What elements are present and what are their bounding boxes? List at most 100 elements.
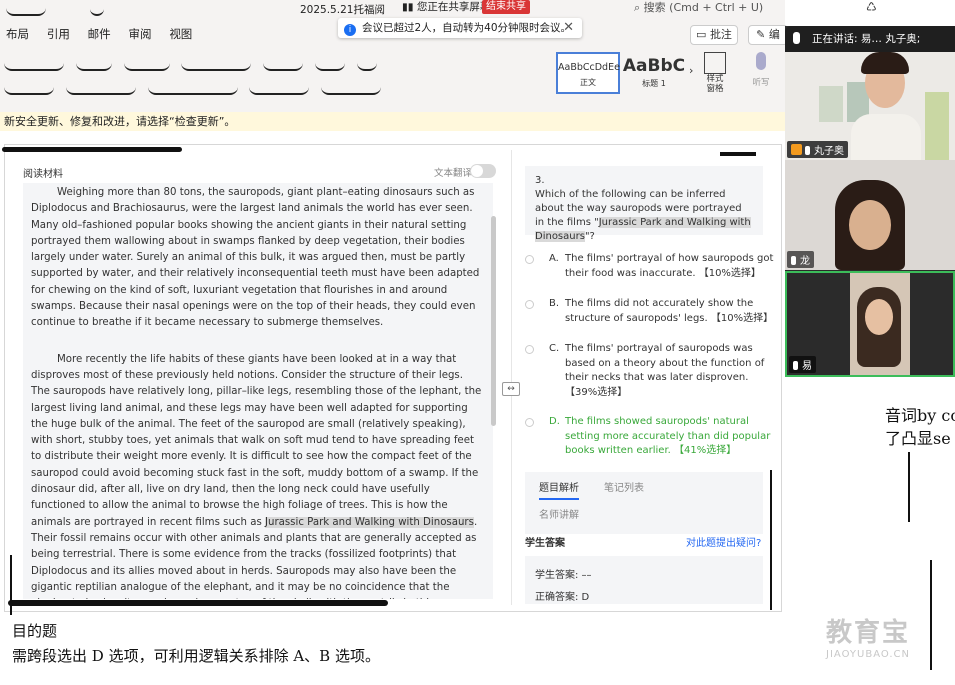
doc-fragment: 音词by co — [885, 406, 955, 425]
comment-button[interactable]: ▭ 批注 — [690, 25, 738, 45]
tab-view[interactable]: 视图 — [169, 26, 192, 42]
doc-heading: 目的题 — [12, 622, 58, 640]
reading-panel-title: 阅读材料 — [23, 169, 63, 180]
info-icon: i — [344, 24, 356, 36]
tab-notes[interactable]: 笔记列表 — [604, 479, 644, 494]
stop-share-button[interactable]: 结束共享 — [482, 0, 530, 14]
speaking-indicator: 正在讲话: 易… 丸子奥; — [785, 26, 955, 52]
microphone-icon — [793, 361, 798, 370]
close-icon[interactable]: ✕ — [563, 18, 574, 38]
video-tile-participant[interactable]: 龙 — [785, 160, 955, 270]
participant-face — [849, 200, 891, 250]
participant-name-tag: 龙 — [787, 251, 814, 268]
question-number: 3. — [535, 175, 545, 186]
share-icon: ▮▮ — [402, 1, 417, 13]
font-color-icon[interactable] — [75, 57, 112, 71]
microphone-icon — [793, 32, 800, 44]
tab-references[interactable]: 引用 — [47, 26, 70, 42]
styles-pane-icon — [704, 52, 726, 74]
panel-divider — [511, 150, 512, 605]
passage-paragraph: Weighing more than 80 tons, the sauropod… — [31, 187, 480, 329]
student-answer: 学生答案: –– — [535, 570, 592, 581]
analysis-tabs: 题目解析 笔记列表 名师讲解 — [525, 472, 763, 534]
search-icon: ⌕ — [634, 1, 644, 14]
video-tile-active-speaker[interactable]: 易 — [785, 271, 955, 377]
translate-toggle[interactable] — [470, 164, 496, 178]
update-hint-bar: 新安全更新、修复和改进，请选择“检查更新”。 — [0, 112, 785, 131]
question-stem: 3. Which of the following can be inferre… — [525, 166, 763, 242]
reading-passage: Weighing more than 80 tons, the sauropod… — [23, 183, 493, 599]
tab-layout[interactable]: 布局 — [6, 26, 29, 42]
ribbon-tabs: 布局 引用 邮件 审阅 视图 — [6, 26, 206, 42]
font-controls[interactable] — [4, 57, 64, 71]
pen-icon: ✎ — [756, 28, 769, 41]
shading-icon[interactable] — [65, 81, 136, 95]
participant-name-tag: 丸子奥 — [787, 141, 848, 158]
radio-button[interactable] — [525, 345, 534, 354]
radio-button[interactable] — [525, 300, 534, 309]
correct-answer: 正确答案: D — [535, 592, 590, 603]
participant-face — [865, 299, 893, 335]
ask-question-link[interactable]: 对此题提出疑问? — [686, 534, 761, 549]
student-answer-title: 学生答案 — [525, 538, 565, 549]
ribbon-align-row — [0, 80, 385, 95]
list-controls-icon[interactable] — [181, 57, 252, 71]
pen-stroke — [10, 555, 12, 615]
pen-stroke — [930, 560, 932, 670]
ribbon-format-row — [0, 56, 381, 71]
option-b[interactable]: B. The films did not accurately show the… — [525, 297, 773, 329]
resize-handle-icon[interactable]: ↔ — [502, 382, 520, 396]
tab-teacher[interactable]: 名师讲解 — [539, 506, 579, 521]
search-input[interactable]: ⌕ 搜索 (Cmd + Ctrl + U) — [634, 0, 854, 16]
participant-body — [851, 114, 921, 160]
pen-stroke — [2, 147, 182, 152]
passage-scrollbar[interactable] — [491, 216, 496, 426]
microphone-icon — [756, 52, 766, 70]
text-effects-icon[interactable] — [123, 57, 170, 71]
option-c[interactable]: C. The films' portrayal of sauropods was… — [525, 342, 765, 402]
option-a[interactable]: A. The films' portrayal of how sauropods… — [525, 252, 773, 284]
sort-icon[interactable] — [356, 57, 377, 71]
video-tile-host[interactable]: 丸子奥 — [785, 52, 955, 160]
microphone-icon — [805, 146, 810, 155]
style-normal[interactable]: AaBbCcDdEe 正文 — [556, 52, 620, 94]
paragraph-mark-icon[interactable] — [315, 57, 346, 71]
pen-stroke — [8, 600, 388, 606]
passage-paragraph: More recently the life habits of these g… — [31, 353, 482, 599]
host-badge-icon — [791, 144, 802, 155]
dictate-button[interactable]: 听写 — [748, 52, 774, 88]
styles-more-icon[interactable]: › — [689, 64, 693, 77]
edit-button[interactable]: ✎ 编 — [748, 25, 788, 45]
tab-review[interactable]: 审阅 — [128, 26, 151, 42]
pen-stroke — [720, 152, 756, 156]
highlight-icon[interactable] — [4, 81, 54, 95]
tab-analysis[interactable]: 题目解析 — [539, 479, 579, 500]
share-menu-icon[interactable]: ♺ — [866, 0, 877, 14]
borders-icon[interactable] — [321, 81, 382, 95]
tab-mailings[interactable]: 邮件 — [88, 26, 111, 42]
pen-stroke — [908, 452, 910, 522]
option-d[interactable]: D. The films showed sauropods' natural s… — [525, 415, 770, 461]
question-text: Which of the following can be inferred a… — [535, 189, 751, 242]
line-spacing-icon[interactable] — [249, 81, 310, 95]
styles-pane-button[interactable]: 样式 窗格 — [702, 52, 728, 94]
watermark-logo: 教育宝 JIAOYUBAO.CN — [826, 618, 911, 660]
plant — [925, 92, 949, 160]
ribbon-scribble-top — [2, 2, 108, 16]
answer-box: 学生答案: –– 正确答案: D — [525, 556, 763, 604]
doc-note: 需跨段选出 D 选项，可利用逻辑关系排除 A、B 选项。 — [12, 647, 380, 665]
screen-share-status: ▮▮ 您正在共享屏幕 — [402, 1, 491, 13]
participant-hair — [861, 52, 909, 74]
translate-label: 文本翻译 — [434, 168, 473, 179]
meeting-limit-banner: i 会议已超过2人，自动转为40分钟限时会议。 ✕ — [338, 18, 582, 38]
pen-stroke — [770, 470, 772, 610]
wall-picture — [819, 86, 843, 122]
comment-icon: ▭ — [696, 28, 710, 41]
indent-icon[interactable] — [263, 57, 304, 71]
radio-button[interactable] — [525, 418, 534, 427]
alignment-icon[interactable] — [147, 81, 238, 95]
radio-button[interactable] — [525, 255, 534, 264]
highlighted-text: Jurassic Park and Walking with Dinosaurs — [264, 516, 474, 528]
doc-fragment: 了凸显se — [885, 429, 951, 448]
style-heading-1[interactable]: AaBbC 标题 1 — [622, 52, 686, 94]
